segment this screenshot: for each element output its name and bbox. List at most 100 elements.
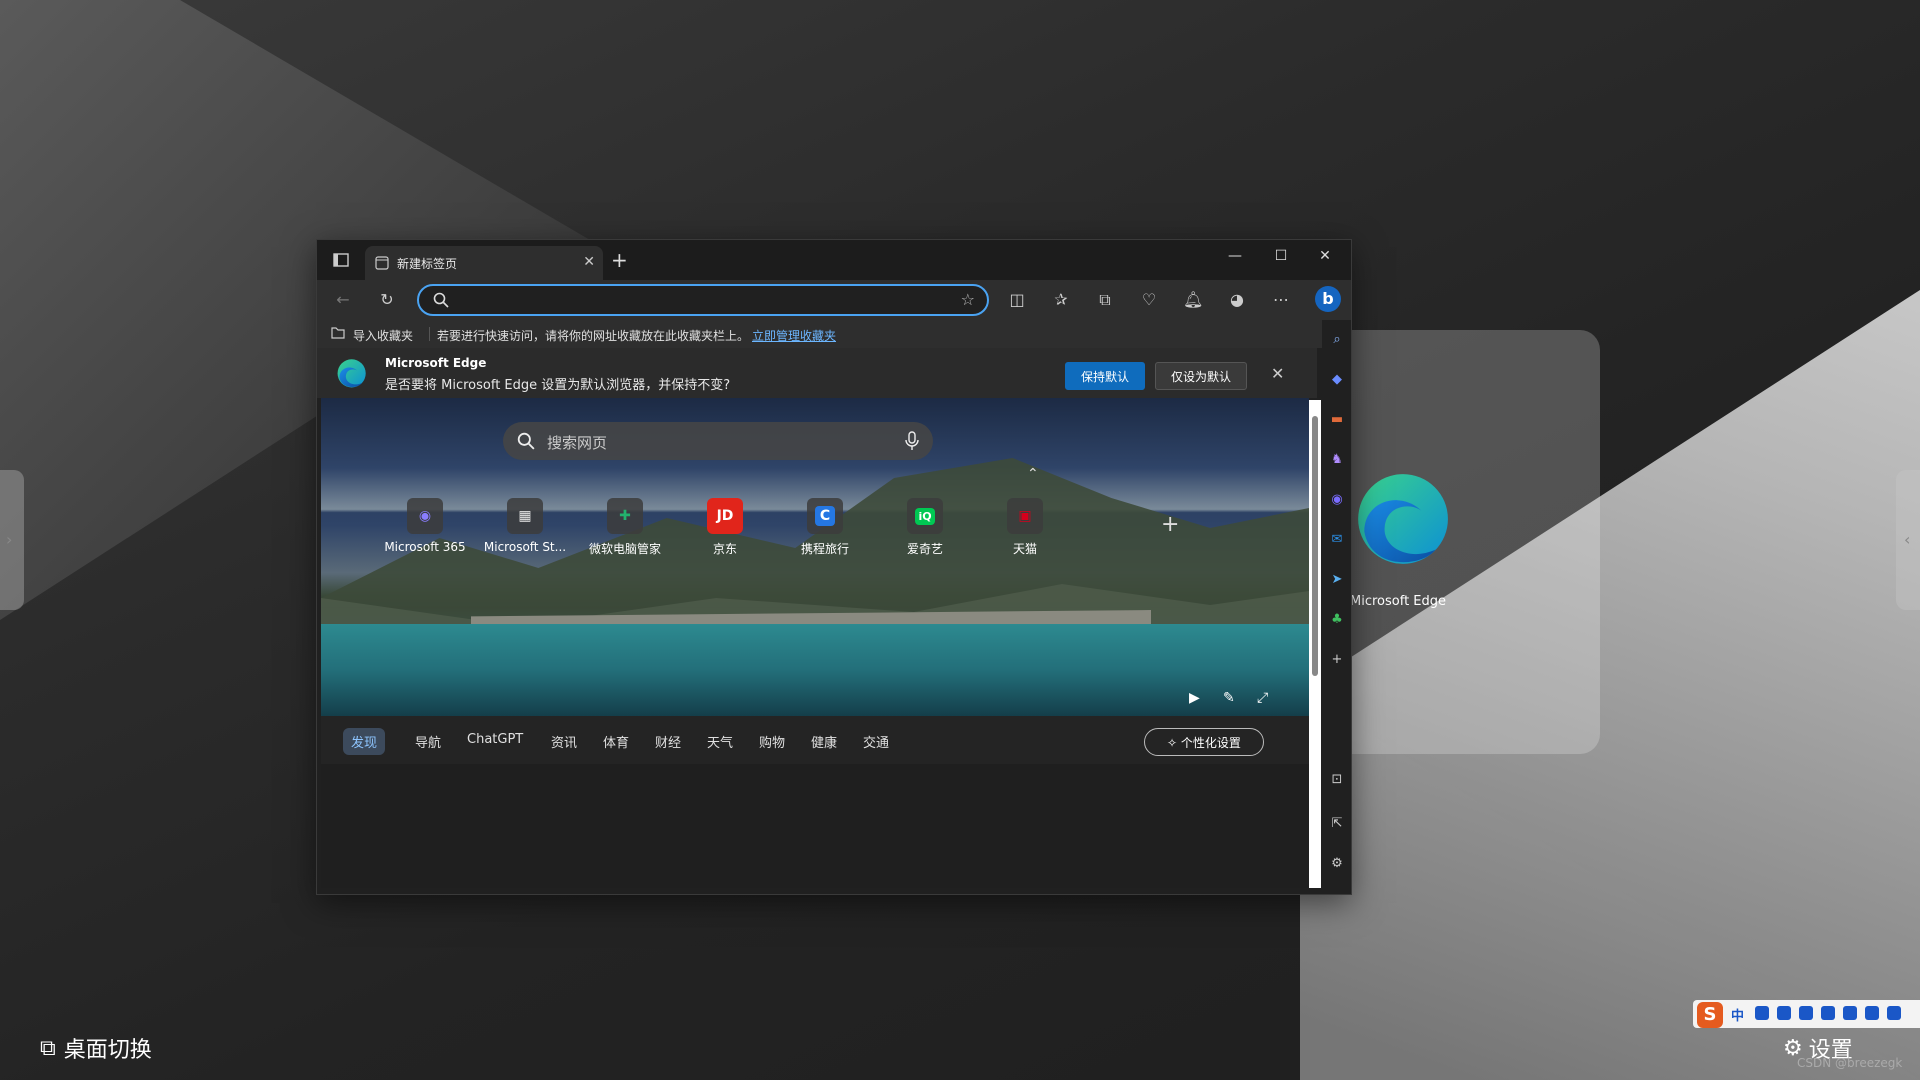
search-icon bbox=[517, 432, 535, 450]
quick-link-tile[interactable]: ▦ Microsoft St... bbox=[480, 498, 570, 558]
feed-tab[interactable]: 体育 bbox=[595, 728, 637, 755]
new-tab-button[interactable]: + bbox=[611, 248, 628, 272]
thumbnail-label: Microsoft Edge bbox=[1350, 594, 1447, 609]
tab-close-icon[interactable]: ✕ bbox=[583, 254, 595, 270]
feed-tab[interactable]: ChatGPT bbox=[459, 728, 531, 751]
watermark: CSDN @breezegk bbox=[1797, 1056, 1903, 1070]
ctrip-icon: C bbox=[807, 498, 843, 534]
close-window-icon[interactable]: ✕ bbox=[1315, 248, 1335, 264]
desktop-switch-button[interactable]: ⧉ 桌面切换 bbox=[40, 1032, 152, 1064]
divider bbox=[429, 327, 430, 341]
left-edge-handle[interactable]: › bbox=[0, 470, 24, 610]
quick-link-tile[interactable]: ▣ 天猫 bbox=[980, 498, 1070, 558]
feed-tab[interactable]: 财经 bbox=[647, 728, 689, 755]
page-scrollbar[interactable] bbox=[1309, 400, 1321, 888]
set-default-only-button[interactable]: 仅设为默认 bbox=[1155, 362, 1247, 390]
sidebar-shopping-icon[interactable]: ◆ bbox=[1328, 372, 1346, 390]
add-quick-link-icon[interactable]: + bbox=[1161, 512, 1179, 537]
tile-label: Microsoft St... bbox=[483, 540, 567, 554]
sidebar-external-icon[interactable]: ⇱ bbox=[1328, 816, 1346, 834]
import-favorites-link[interactable]: 导入收藏夹 bbox=[353, 327, 413, 344]
manage-favorites-link[interactable]: 立即管理收藏夹 bbox=[752, 327, 836, 344]
more-options-icon[interactable]: ⋯ bbox=[1271, 290, 1291, 310]
ime-punct-icon[interactable] bbox=[1755, 1006, 1769, 1020]
minimize-icon[interactable]: — bbox=[1225, 248, 1245, 264]
background-image: 搜索网页 ⌃ ◉ Microsoft 365 ▦ Microsoft St...… bbox=[321, 398, 1309, 716]
personalize-button[interactable]: ✧ 个性化设置 bbox=[1144, 728, 1264, 756]
maximize-icon[interactable]: ☐ bbox=[1271, 248, 1291, 264]
scroll-thumb[interactable] bbox=[1312, 416, 1318, 676]
collections-icon[interactable]: ⧉ bbox=[1095, 290, 1115, 310]
feed-tab[interactable]: 健康 bbox=[803, 728, 845, 755]
right-edge-handle[interactable]: ‹ bbox=[1896, 470, 1920, 610]
quick-link-tile[interactable]: ◉ Microsoft 365 bbox=[380, 498, 470, 558]
web-search-box[interactable]: 搜索网页 bbox=[503, 422, 933, 460]
favorites-icon[interactable]: ✰ bbox=[1051, 290, 1071, 310]
ime-mode[interactable]: 中 bbox=[1731, 1005, 1744, 1024]
tab-title: 新建标签页 bbox=[397, 257, 458, 271]
copilot-icon[interactable]: b bbox=[1315, 286, 1341, 312]
sidebar-tree-icon[interactable]: ♣ bbox=[1328, 612, 1346, 630]
ime-skin-icon[interactable] bbox=[1865, 1006, 1879, 1020]
sidebar-outlook-icon[interactable]: ✉ bbox=[1328, 532, 1346, 550]
address-bar[interactable]: ☆ bbox=[417, 284, 989, 316]
ime-toolbar[interactable]: S 中 bbox=[1693, 1000, 1920, 1028]
feed-tab[interactable]: 导航 bbox=[407, 728, 449, 755]
edge-sidebar: ⌕ ◆ ▬ ♞ ◉ ✉ ➤ ♣ + ⊡ ⇱ ⚙ bbox=[1322, 320, 1351, 890]
new-tab-page: 搜索网页 ⌃ ◉ Microsoft 365 ▦ Microsoft St...… bbox=[321, 398, 1309, 888]
sidebar-drop-icon[interactable]: ➤ bbox=[1328, 572, 1346, 590]
feed-tab[interactable]: 资讯 bbox=[543, 728, 585, 755]
tile-label: 天猫 bbox=[1012, 542, 1037, 556]
tile-glyph: ✚ bbox=[619, 508, 631, 524]
tab-new-tab[interactable]: 新建标签页 ✕ bbox=[365, 246, 603, 280]
tile-label: Microsoft 365 bbox=[384, 540, 466, 554]
sidebar-add-icon[interactable]: + bbox=[1328, 652, 1346, 670]
sidebar-search-icon[interactable]: ⌕ bbox=[1328, 332, 1346, 350]
ime-emoji-icon[interactable] bbox=[1777, 1006, 1791, 1020]
sidebar-settings-icon[interactable]: ⚙ bbox=[1328, 856, 1346, 874]
tmall-icon: ▣ bbox=[1007, 498, 1043, 534]
image-info-icon[interactable]: ✎ bbox=[1223, 690, 1235, 706]
title-bar: 新建标签页 ✕ + — ☐ ✕ bbox=[317, 240, 1351, 280]
ime-menu-icon[interactable] bbox=[1887, 1006, 1901, 1020]
quick-link-tile[interactable]: JD 京东 bbox=[680, 498, 770, 558]
back-icon[interactable]: ← bbox=[333, 290, 353, 310]
notifications-icon[interactable]: 🔔︎ bbox=[1183, 290, 1203, 310]
keep-default-button[interactable]: 保持默认 bbox=[1065, 362, 1145, 390]
tab-actions-icon[interactable] bbox=[333, 252, 349, 268]
microphone-icon[interactable] bbox=[905, 431, 919, 451]
sidebar-games-icon[interactable]: ♞ bbox=[1328, 452, 1346, 470]
feed-tab[interactable]: 发现 bbox=[343, 728, 386, 755]
close-infobar-icon[interactable]: ✕ bbox=[1271, 364, 1284, 383]
pc-manager-icon: ✚ bbox=[607, 498, 643, 534]
tile-label: 携程旅行 bbox=[800, 542, 849, 556]
ime-keyboard-icon[interactable] bbox=[1821, 1006, 1835, 1020]
quick-link-tile[interactable]: ✚ 微软电脑管家 bbox=[580, 498, 670, 558]
collapse-chevron-icon[interactable]: ⌃ bbox=[1027, 466, 1039, 482]
browser-essentials-icon[interactable]: ♡ bbox=[1139, 290, 1159, 310]
feed-tab[interactable]: 交通 bbox=[855, 728, 897, 755]
import-favorites-icon bbox=[331, 327, 345, 339]
profile-avatar-icon[interactable]: ◕ bbox=[1227, 290, 1247, 310]
feed-tab[interactable]: 天气 bbox=[699, 728, 741, 755]
sidebar-tools-icon[interactable]: ▬ bbox=[1328, 412, 1346, 430]
refresh-icon[interactable]: ↻ bbox=[377, 290, 397, 310]
quick-link-tile[interactable]: C 携程旅行 bbox=[780, 498, 870, 558]
toolbar: ← ↻ ☆ ◫ ✰ ⧉ ♡ 🔔︎ ◕ ⋯ b bbox=[317, 280, 1351, 320]
quick-link-tile[interactable]: iQ 爱奇艺 bbox=[880, 498, 970, 558]
ms-store-icon: ▦ bbox=[507, 498, 543, 534]
fullscreen-icon[interactable]: ⤢ bbox=[1257, 690, 1268, 706]
tile-glyph: C bbox=[814, 506, 836, 526]
sidebar-m365-icon[interactable]: ◉ bbox=[1328, 492, 1346, 510]
ime-user-icon[interactable] bbox=[1843, 1006, 1857, 1020]
lake-shape bbox=[321, 624, 1309, 716]
default-browser-infobar: Microsoft Edge 是否要将 Microsoft Edge 设置为默认… bbox=[317, 348, 1317, 398]
split-screen-icon[interactable]: ◫ bbox=[1007, 290, 1027, 310]
feed-tab[interactable]: 购物 bbox=[751, 728, 793, 755]
sidebar-screenshot-icon[interactable]: ⊡ bbox=[1328, 772, 1346, 790]
play-icon[interactable]: ▶ bbox=[1189, 690, 1200, 706]
favorite-star-icon[interactable]: ☆ bbox=[961, 290, 975, 309]
ime-voice-icon[interactable] bbox=[1799, 1006, 1813, 1020]
tile-label: 爱奇艺 bbox=[906, 542, 943, 556]
search-placeholder: 搜索网页 bbox=[547, 434, 608, 452]
